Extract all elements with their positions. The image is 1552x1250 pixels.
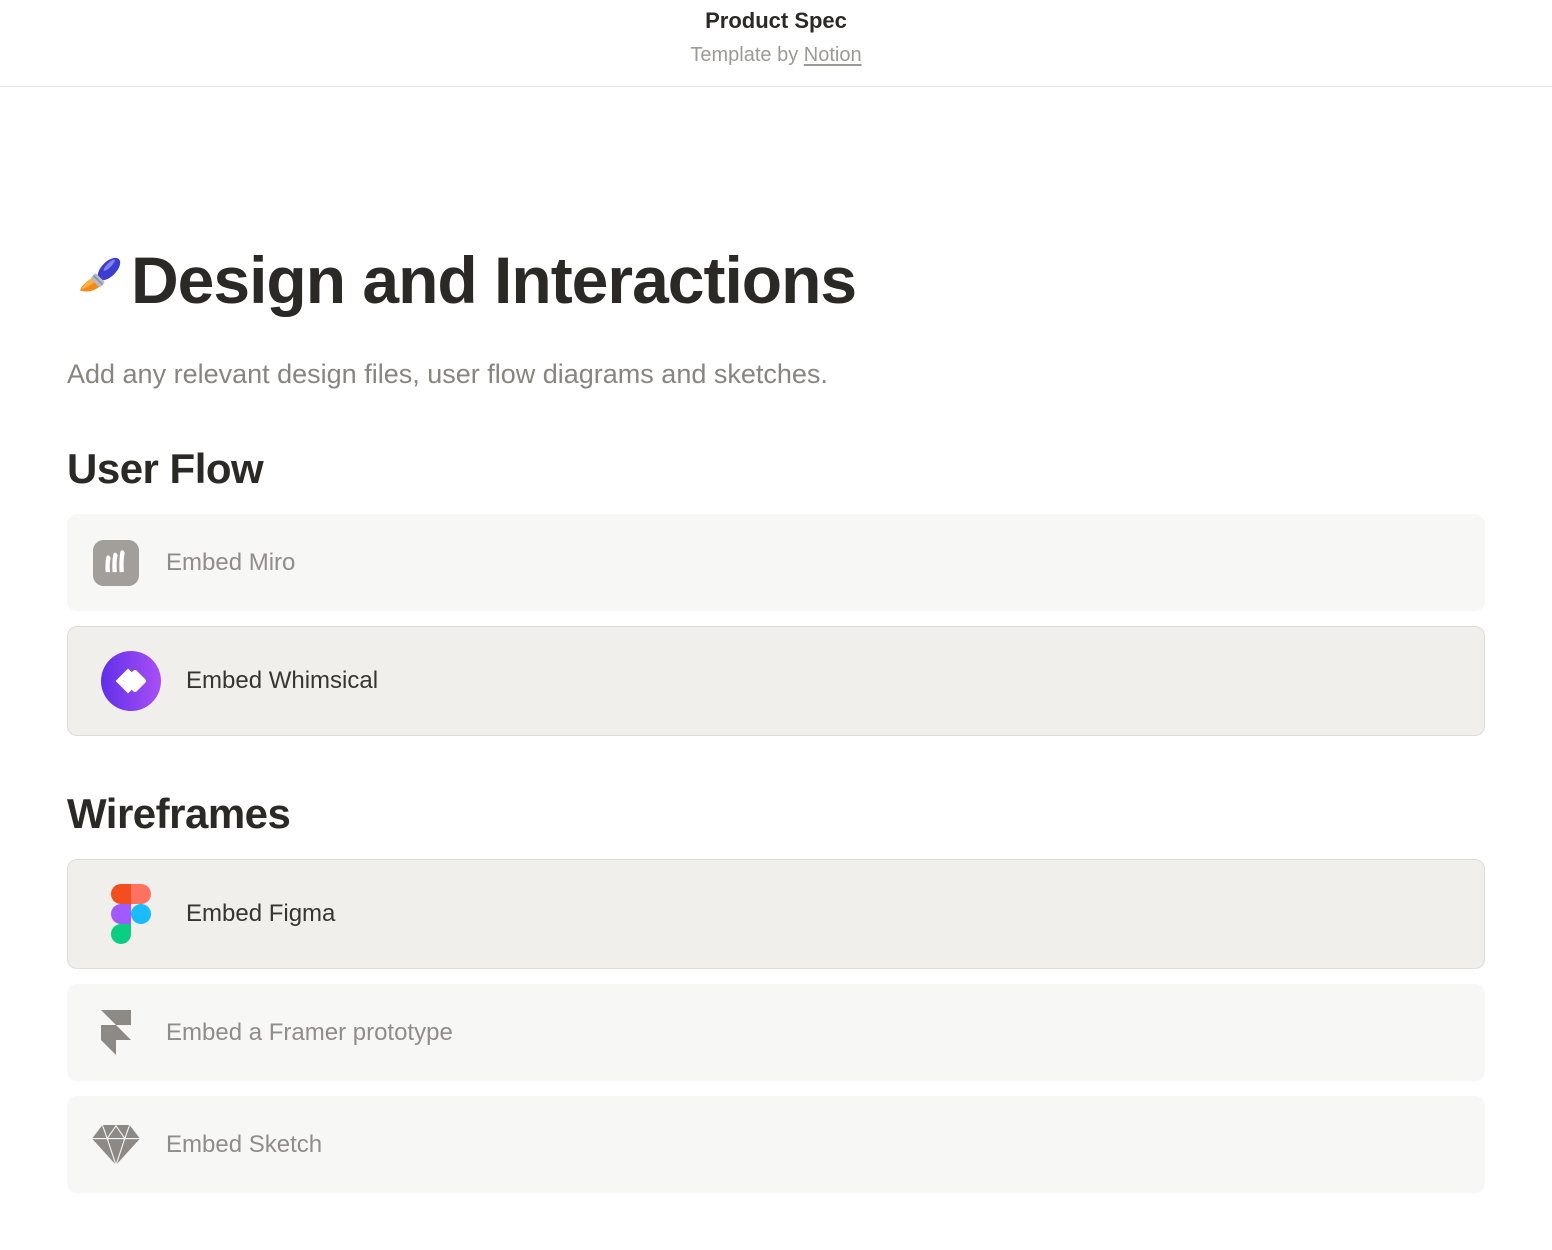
page-description: Add any relevant design files, user flow… [67,357,1485,391]
embed-figma[interactable]: Embed Figma [67,859,1485,969]
page-title: Design and Interactions [131,243,856,317]
page-title-row: Design and Interactions [67,243,1485,317]
section-heading-user-flow: User Flow [67,445,1485,493]
doc-title: Product Spec [705,7,847,35]
embed-label: Embed Sketch [166,1130,322,1160]
embed-label: Embed Figma [186,899,335,929]
embed-whimsical[interactable]: Embed Whimsical [67,626,1485,736]
figma-icon [101,884,161,944]
embed-miro-placeholder[interactable]: Embed Miro [67,514,1485,611]
miro-icon [92,539,140,587]
embed-label: Embed Whimsical [186,666,378,696]
embed-label: Embed a Framer prototype [166,1018,453,1048]
page-body: Design and Interactions Add any relevant… [67,243,1485,1193]
embed-sketch-placeholder[interactable]: Embed Sketch [67,1096,1485,1193]
paintbrush-icon [67,249,129,311]
doc-byline: Template by Notion [690,42,861,68]
framer-icon [92,1009,140,1057]
embed-label: Embed Miro [166,548,295,578]
notion-link[interactable]: Notion [804,44,862,66]
section-heading-wireframes: Wireframes [67,790,1485,838]
sketch-icon [92,1121,140,1169]
embed-framer-placeholder[interactable]: Embed a Framer prototype [67,984,1485,1081]
topbar: Product Spec Template by Notion [0,0,1552,87]
byline-prefix: Template by [690,44,803,66]
whimsical-icon [101,651,161,711]
